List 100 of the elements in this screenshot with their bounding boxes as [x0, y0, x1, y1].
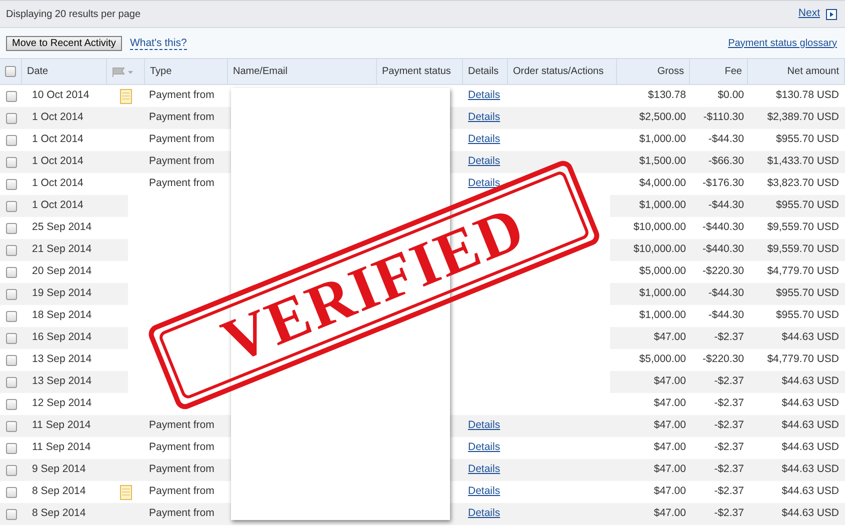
column-header[interactable]: Details [468, 64, 499, 79]
details-link[interactable]: Details [468, 485, 500, 498]
gross-cell: $4,000.00 [639, 177, 686, 190]
date-cell: 25 Sep 2014 [32, 221, 92, 234]
next-link[interactable]: Next [798, 6, 837, 22]
column-header[interactable]: Date [27, 64, 48, 79]
fee-cell: -$2.37 [714, 375, 744, 388]
net-amount-cell: $44.63 USD [782, 397, 839, 410]
checkbox[interactable] [6, 134, 16, 146]
date-cell: 18 Sep 2014 [32, 309, 92, 322]
gross-cell: $5,000.00 [639, 353, 686, 366]
checkbox[interactable] [6, 376, 16, 388]
details-link[interactable]: Details [468, 507, 500, 520]
checkbox[interactable] [6, 288, 16, 300]
date-cell: 10 Oct 2014 [32, 89, 90, 102]
type-cell: Payment from [149, 177, 214, 190]
fee-cell: $0.00 [718, 89, 744, 102]
fee-cell: -$2.37 [714, 485, 744, 498]
date-cell: 1 Oct 2014 [32, 199, 84, 212]
fee-cell: -$440.30 [702, 243, 744, 256]
move-to-recent-activity-button[interactable]: Move to Recent Activity [6, 36, 122, 50]
gross-cell: $47.00 [654, 419, 686, 432]
checkbox[interactable] [6, 310, 16, 322]
date-cell: 21 Sep 2014 [32, 243, 92, 256]
fee-cell: -$44.30 [708, 199, 744, 212]
column-header[interactable]: Payment status [382, 64, 451, 79]
checkbox[interactable] [6, 178, 16, 190]
column-header[interactable]: Type [150, 64, 172, 79]
flag-filter-icon[interactable] [112, 66, 134, 76]
column-header[interactable]: Name/Email [233, 64, 288, 79]
fee-cell: -$220.30 [702, 265, 744, 278]
note-icon[interactable] [120, 484, 132, 500]
checkbox[interactable] [6, 442, 16, 454]
fee-cell: -$44.30 [708, 133, 744, 146]
checkbox[interactable] [6, 420, 16, 432]
column-header[interactable]: Gross [657, 64, 684, 79]
column-header[interactable]: Fee [724, 64, 742, 79]
details-link[interactable]: Details [468, 177, 500, 190]
fee-cell: -$44.30 [708, 287, 744, 300]
net-amount-cell: $2,389.70 USD [767, 111, 839, 124]
checkbox[interactable] [6, 332, 16, 344]
column-header[interactable]: Net amount [787, 64, 839, 79]
details-link[interactable]: Details [468, 463, 500, 476]
checkbox[interactable] [6, 266, 16, 278]
details-link[interactable]: Details [468, 89, 500, 102]
column-header[interactable]: Order status/Actions [513, 64, 604, 79]
results-per-page-text: Displaying 20 results per page [6, 8, 141, 22]
checkbox[interactable] [6, 354, 16, 366]
type-cell: Payment from [149, 419, 214, 432]
net-amount-cell: $44.63 USD [782, 507, 839, 520]
fee-cell: -$220.30 [702, 353, 744, 366]
checkbox[interactable] [5, 66, 16, 77]
checkbox[interactable] [6, 90, 16, 102]
gross-cell: $47.00 [654, 485, 686, 498]
checkbox[interactable] [6, 398, 16, 410]
type-cell: Payment from [149, 507, 214, 520]
gross-cell: $1,000.00 [639, 133, 686, 146]
details-link[interactable]: Details [468, 155, 500, 168]
type-cell: Payment from [149, 463, 214, 476]
type-cell: Payment from [149, 485, 214, 498]
details-link[interactable]: Details [468, 111, 500, 124]
fee-cell: -$110.30 [703, 111, 744, 124]
payment-status-glossary-link[interactable]: Payment status glossary [728, 36, 837, 50]
details-link[interactable]: Details [468, 133, 500, 146]
checkbox[interactable] [6, 112, 16, 124]
date-cell: 11 Sep 2014 [32, 441, 91, 454]
checkbox[interactable] [6, 222, 16, 234]
gross-cell: $2,500.00 [639, 111, 686, 124]
whats-this-link[interactable]: What's this? [130, 36, 187, 50]
checkbox[interactable] [6, 486, 16, 498]
date-cell: 1 Oct 2014 [32, 111, 84, 124]
fee-cell: -$176.30 [702, 177, 744, 190]
fee-cell: -$66.30 [708, 155, 744, 168]
checkbox[interactable] [6, 508, 16, 520]
gross-cell: $1,000.00 [639, 309, 686, 322]
fee-cell: -$2.37 [714, 419, 744, 432]
checkbox[interactable] [6, 200, 16, 212]
net-amount-cell: $955.70 USD [776, 309, 839, 322]
gross-cell: $47.00 [654, 507, 686, 520]
date-cell: 8 Sep 2014 [32, 485, 86, 498]
gross-cell: $1,000.00 [639, 287, 686, 300]
details-link[interactable]: Details [468, 441, 500, 454]
fee-cell: -$2.37 [714, 331, 744, 344]
net-amount-cell: $130.78 USD [776, 89, 839, 102]
gross-cell: $47.00 [654, 463, 686, 476]
date-cell: 19 Sep 2014 [32, 287, 92, 300]
date-cell: 13 Sep 2014 [32, 375, 92, 388]
date-cell: 20 Sep 2014 [32, 265, 92, 278]
date-cell: 1 Oct 2014 [32, 155, 84, 168]
net-amount-cell: $1,433.70 USD [767, 155, 839, 168]
checkbox[interactable] [6, 156, 16, 168]
details-link[interactable]: Details [468, 419, 500, 432]
checkbox[interactable] [6, 244, 16, 256]
net-amount-cell: $44.63 USD [782, 463, 839, 476]
note-icon[interactable] [120, 88, 132, 104]
net-amount-cell: $955.70 USD [776, 133, 839, 146]
net-amount-cell: $44.63 USD [782, 441, 839, 454]
checkbox[interactable] [6, 464, 16, 476]
gross-cell: $130.78 [648, 89, 686, 102]
gross-cell: $1,500.00 [639, 155, 686, 168]
